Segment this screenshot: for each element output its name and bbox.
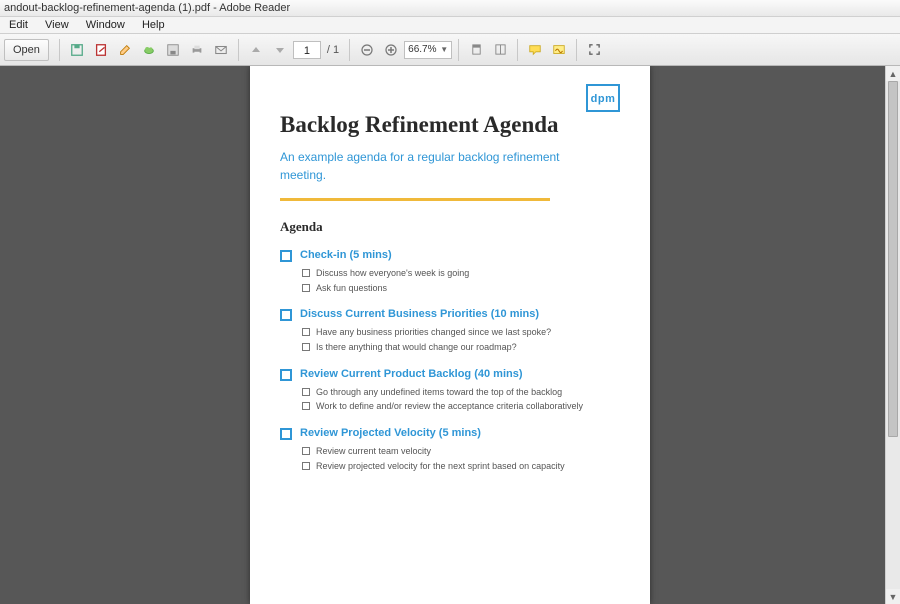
checkbox-icon: [302, 343, 310, 351]
checkbox-icon: [302, 269, 310, 277]
scroll-down-icon[interactable]: ▼: [886, 589, 900, 604]
page-number-input[interactable]: 1: [293, 41, 321, 59]
bookmark-icon[interactable]: [465, 39, 487, 61]
list-item: Review current team velocity: [302, 446, 620, 458]
email-icon[interactable]: [210, 39, 232, 61]
checkbox-icon: [280, 369, 292, 381]
menu-window[interactable]: Window: [79, 17, 132, 34]
section-title: Discuss Current Business Priorities (10 …: [300, 308, 539, 320]
page-down-icon[interactable]: [269, 39, 291, 61]
scroll-up-icon[interactable]: ▲: [886, 66, 900, 81]
scroll-thumb[interactable]: [888, 81, 898, 437]
menu-bar: Edit View Window Help: [0, 17, 900, 34]
toolbar-separator: [59, 39, 60, 61]
section-header: Review Projected Velocity (5 mins): [280, 427, 620, 440]
save-icon[interactable]: [66, 39, 88, 61]
section-header: Check-in (5 mins): [280, 249, 620, 262]
section-items: Discuss how everyone's week is going Ask …: [302, 268, 620, 294]
agenda-section: Review Projected Velocity (5 mins) Review…: [280, 427, 620, 472]
checkbox-icon: [280, 428, 292, 440]
document-title: Backlog Refinement Agenda: [280, 112, 620, 138]
checkbox-icon: [280, 250, 292, 262]
dpm-logo: dpm: [586, 84, 620, 112]
toolbar-separator: [576, 39, 577, 61]
section-title: Review Current Product Backlog (40 mins): [300, 368, 523, 380]
window-title-bar: andout-backlog-refinement-agenda (1).pdf…: [0, 0, 900, 17]
fullscreen-icon[interactable]: [583, 39, 605, 61]
agenda-heading: Agenda: [280, 219, 620, 235]
zoom-out-icon[interactable]: [356, 39, 378, 61]
list-item: Review projected velocity for the next s…: [302, 461, 620, 473]
checkbox-icon: [302, 284, 310, 292]
list-item: Is there anything that would change our …: [302, 342, 620, 354]
pdf-page: dpm Backlog Refinement Agenda An example…: [250, 66, 650, 604]
list-item: Go through any undefined items toward th…: [302, 387, 620, 399]
open-button[interactable]: Open: [4, 39, 49, 61]
agenda-section: Review Current Product Backlog (40 mins)…: [280, 368, 620, 413]
zoom-value: 66.7%: [408, 44, 436, 55]
toolbar-separator: [517, 39, 518, 61]
read-mode-icon[interactable]: [489, 39, 511, 61]
cloud-icon[interactable]: [138, 39, 160, 61]
divider-bar: [280, 198, 550, 201]
toolbar-separator: [238, 39, 239, 61]
section-items: Review current team velocity Review proje…: [302, 446, 620, 472]
item-text: Have any business priorities changed sin…: [316, 327, 551, 339]
print-icon[interactable]: [186, 39, 208, 61]
item-text: Discuss how everyone's week is going: [316, 268, 469, 280]
window-title: andout-backlog-refinement-agenda (1).pdf…: [4, 2, 290, 14]
page-up-icon[interactable]: [245, 39, 267, 61]
section-header: Discuss Current Business Priorities (10 …: [280, 308, 620, 321]
item-text: Ask fun questions: [316, 283, 387, 295]
section-title: Check-in (5 mins): [300, 249, 392, 261]
comment-icon[interactable]: [524, 39, 546, 61]
list-item: Ask fun questions: [302, 283, 620, 295]
agenda-section: Check-in (5 mins) Discuss how everyone's …: [280, 249, 620, 294]
scroll-track[interactable]: [886, 81, 900, 589]
checkbox-icon: [302, 328, 310, 336]
item-text: Go through any undefined items toward th…: [316, 387, 562, 399]
menu-help[interactable]: Help: [135, 17, 172, 34]
checkbox-icon: [302, 462, 310, 470]
checkbox-icon: [302, 388, 310, 396]
open-button-label: Open: [13, 44, 40, 56]
item-text: Review projected velocity for the next s…: [316, 461, 565, 473]
list-item: Work to define and/or review the accepta…: [302, 401, 620, 413]
item-text: Review current team velocity: [316, 446, 431, 458]
toolbar: Open 1 / 1 66.7% ▼: [0, 34, 900, 66]
section-header: Review Current Product Backlog (40 mins): [280, 368, 620, 381]
list-item: Have any business priorities changed sin…: [302, 327, 620, 339]
page-total-label: / 1: [323, 44, 343, 56]
list-item: Discuss how everyone's week is going: [302, 268, 620, 280]
save-disk-icon[interactable]: [162, 39, 184, 61]
document-viewport[interactable]: dpm Backlog Refinement Agenda An example…: [0, 66, 900, 604]
checkbox-icon: [280, 309, 292, 321]
section-title: Review Projected Velocity (5 mins): [300, 427, 481, 439]
toolbar-separator: [349, 39, 350, 61]
item-text: Work to define and/or review the accepta…: [316, 401, 583, 413]
edit-icon[interactable]: [114, 39, 136, 61]
zoom-dropdown[interactable]: 66.7% ▼: [404, 41, 452, 59]
vertical-scrollbar[interactable]: ▲ ▼: [885, 66, 900, 604]
chevron-down-icon: ▼: [440, 45, 448, 54]
menu-view[interactable]: View: [38, 17, 76, 34]
sign-icon[interactable]: [548, 39, 570, 61]
menu-edit[interactable]: Edit: [2, 17, 35, 34]
print-to-pdf-icon[interactable]: [90, 39, 112, 61]
toolbar-separator: [458, 39, 459, 61]
section-items: Go through any undefined items toward th…: [302, 387, 620, 413]
agenda-section: Discuss Current Business Priorities (10 …: [280, 308, 620, 353]
checkbox-icon: [302, 402, 310, 410]
item-text: Is there anything that would change our …: [316, 342, 517, 354]
document-subtitle: An example agenda for a regular backlog …: [280, 148, 580, 184]
section-items: Have any business priorities changed sin…: [302, 327, 620, 353]
checkbox-icon: [302, 447, 310, 455]
zoom-in-icon[interactable]: [380, 39, 402, 61]
